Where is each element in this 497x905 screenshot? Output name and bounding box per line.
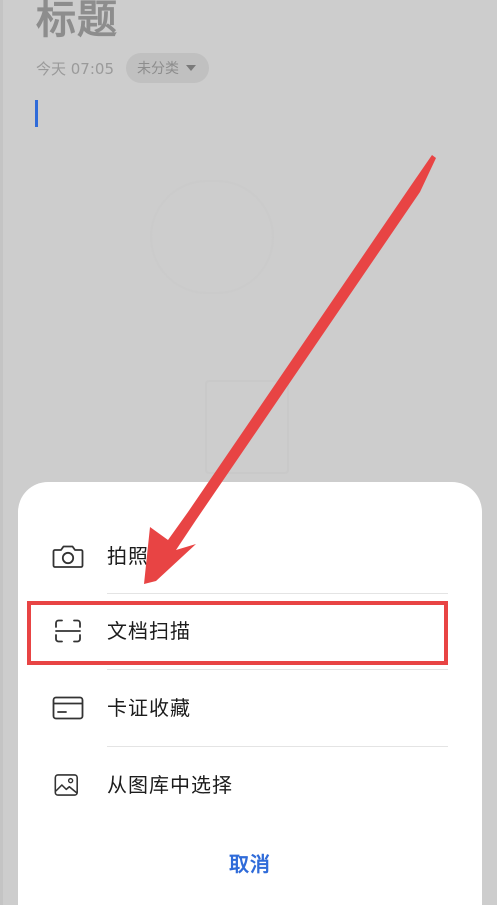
divider [107,669,448,670]
category-label: 未分类 [137,61,179,77]
note-date: 今天 07:05 [36,59,114,78]
annotation-highlight-box [27,601,448,665]
menu-item-card-collection[interactable]: 卡证收藏 [18,671,482,745]
menu-item-label: 从图库中选择 [107,773,233,797]
menu-item-label: 卡证收藏 [107,696,191,720]
divider [107,746,448,747]
bottom-sheet: 拍照 文档扫描 卡证收藏 从图库中选择 取消 [18,482,482,905]
category-dropdown[interactable]: 未分类 [126,53,209,83]
card-icon [52,696,84,720]
menu-item-label: 拍照 [107,544,149,568]
camera-icon [52,545,84,568]
menu-item-select-from-gallery[interactable]: 从图库中选择 [18,748,482,822]
gallery-icon [54,774,78,796]
background-watermark-shape [150,180,274,294]
menu-item-take-photo[interactable]: 拍照 [18,519,482,593]
text-cursor [35,100,38,127]
note-title[interactable]: 标题 [36,0,118,48]
note-meta-row: 今天 07:05 未分类 [36,53,209,83]
background-watermark-shape [205,380,289,474]
dropdown-caret-icon [186,65,196,71]
cancel-button[interactable]: 取消 [18,842,482,886]
